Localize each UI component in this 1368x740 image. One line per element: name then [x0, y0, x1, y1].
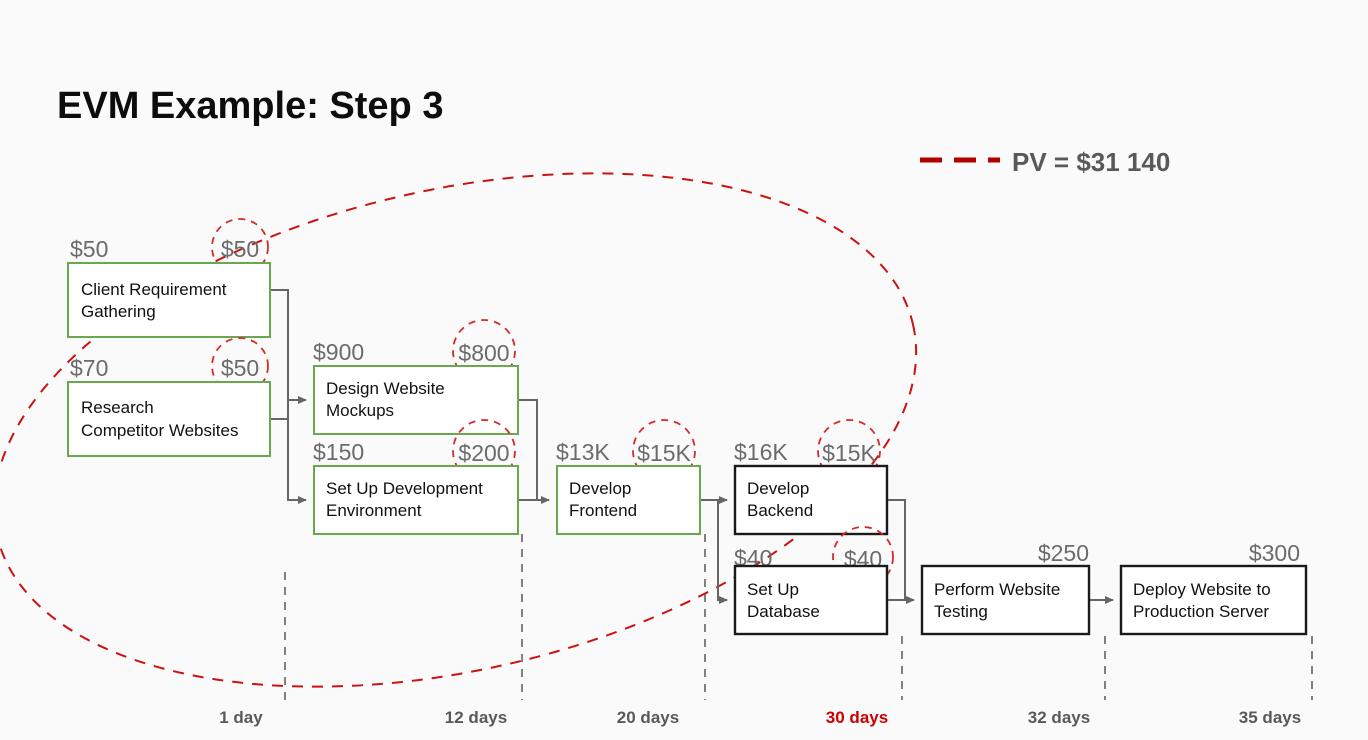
task-label-line1: Develop — [569, 479, 631, 498]
task-box[interactable] — [920, 564, 1091, 636]
planned-cost-label: $50 — [70, 236, 108, 262]
task-box[interactable] — [1119, 564, 1308, 636]
diagram-canvas: EVM Example: Step 3 PV = $31 140 $50 $50… — [0, 0, 1368, 740]
task-box[interactable] — [313, 465, 519, 535]
page-title: EVM Example: Step 3 — [57, 85, 443, 127]
timeline-label-12days: 12 days — [445, 708, 507, 727]
planned-cost-label: $150 — [313, 439, 364, 465]
task-label-line1: Client Requirement — [81, 280, 227, 299]
task-box[interactable] — [67, 381, 271, 457]
task-box[interactable] — [67, 262, 271, 338]
actual-cost-label: $300 — [1249, 540, 1300, 566]
task-box[interactable] — [733, 464, 889, 536]
timeline-label-30days: 30 days — [826, 708, 888, 727]
task-label-line2: Gathering — [81, 302, 156, 321]
timeline-label-32days: 32 days — [1028, 708, 1090, 727]
task-box[interactable] — [556, 465, 701, 535]
planned-cost-label: $900 — [313, 339, 364, 365]
timeline-label-35days: 35 days — [1239, 708, 1301, 727]
task-label-line2: Backend — [747, 501, 813, 520]
task-label-line2: Frontend — [569, 501, 637, 520]
task-box[interactable] — [733, 564, 889, 636]
task-label-line2: Mockups — [326, 401, 394, 420]
planned-cost-label: $70 — [70, 355, 108, 381]
task-label-line1: Design Website — [326, 379, 445, 398]
actual-cost-label: $15K — [822, 440, 876, 466]
actual-cost-label: $200 — [458, 440, 509, 466]
planned-cost-label: $16K — [734, 439, 788, 465]
planned-cost-label: $13K — [556, 439, 610, 465]
actual-cost-label: $50 — [221, 236, 259, 262]
task-label-line2: Testing — [934, 602, 988, 621]
task-label-line2: Environment — [326, 501, 422, 520]
actual-cost-label: $15K — [637, 440, 691, 466]
timeline-label-1day: 1 day — [219, 708, 263, 727]
actual-cost-label: $50 — [221, 355, 259, 381]
task-label-line1: Set Up — [747, 580, 799, 599]
task-label-line1: Research — [81, 398, 154, 417]
task-label-line1: Perform Website — [934, 580, 1060, 599]
task-label-line1: Deploy Website to — [1133, 580, 1271, 599]
actual-cost-label: $800 — [458, 340, 509, 366]
task-label-line2: Production Server — [1133, 602, 1269, 621]
task-label-line2: Database — [747, 602, 820, 621]
evm-network-diagram: EVM Example: Step 3 PV = $31 140 $50 $50… — [0, 0, 1368, 740]
task-box[interactable] — [313, 365, 519, 435]
task-label-line1: Develop — [747, 479, 809, 498]
legend-label: PV = $31 140 — [1012, 147, 1170, 177]
task-label-line2: Competitor Websites — [81, 421, 238, 440]
task-label-line1: Set Up Development — [326, 479, 483, 498]
timeline-label-20days: 20 days — [617, 708, 679, 727]
actual-cost-label: $250 — [1038, 540, 1089, 566]
